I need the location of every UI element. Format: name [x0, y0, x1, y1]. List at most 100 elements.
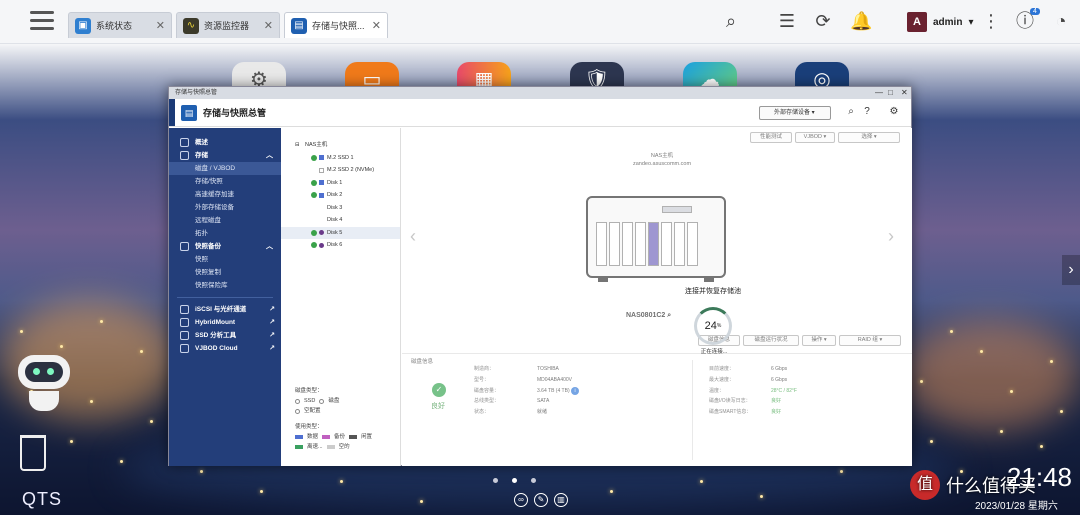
- sidebar-item-snapshot-vault[interactable]: 快照保险库: [169, 279, 281, 292]
- link-icon[interactable]: ∞: [514, 493, 528, 507]
- sidebar-item-iscsi[interactable]: iSCSI 与光纤通道 ↗: [169, 303, 281, 316]
- tree-item-nas[interactable]: ⊟ NAS主机: [281, 139, 400, 152]
- sidebar-item-external-storage[interactable]: 外部存储设备: [169, 201, 281, 214]
- legend-label: SSD: [304, 398, 316, 404]
- sidebar-item-snapshot-replica[interactable]: 快照复制: [169, 266, 281, 279]
- tree-item-disk-3[interactable]: Disk 3: [281, 202, 400, 215]
- more-options-icon[interactable]: ⋮: [980, 10, 1002, 32]
- username: admin: [933, 16, 963, 28]
- window-titlebar[interactable]: 存储与快照总管 — □ ✕: [169, 87, 911, 99]
- storage-icon: ▤: [291, 17, 307, 34]
- trash-icon[interactable]: [20, 435, 46, 471]
- sidebar-item-ssd-profiling[interactable]: SSD 分析工具 ↗: [169, 329, 281, 342]
- sidebar-item-topology[interactable]: 拓扑: [169, 227, 281, 240]
- sidebar-item-overview[interactable]: 概述: [169, 136, 281, 149]
- sidebar-item-storage[interactable]: 存储 ︿: [169, 149, 281, 162]
- loading-overlay: [402, 128, 912, 466]
- sidebar: 概述 存储 ︿ 磁盘 / VJBOD 存储/快照 高速缓存加速 外部存储设备 远程…: [169, 128, 281, 466]
- sidebar-item-label: iSCSI 与光纤通道: [195, 306, 247, 313]
- tab-label: 资源监控器: [204, 21, 250, 31]
- tree-item-m2-ssd-2[interactable]: M.2 SSD 2 (NVMe): [281, 164, 400, 177]
- page-dot-active[interactable]: [512, 478, 517, 483]
- page-dot[interactable]: [531, 478, 536, 483]
- disk-type-icon: [319, 242, 324, 248]
- desktop-next-arrow-icon[interactable]: ›: [1062, 255, 1080, 285]
- watermark-logo: 值: [910, 470, 940, 500]
- sidebar-item-cache[interactable]: 高速缓存加速: [169, 188, 281, 201]
- city-light: [1010, 390, 1013, 393]
- sidebar-item-storage-snapshots[interactable]: 存储/快照: [169, 175, 281, 188]
- gear-icon[interactable]: ⚙: [887, 105, 901, 119]
- check-icon: [311, 154, 317, 161]
- search-icon[interactable]: ⌕: [844, 105, 858, 119]
- progress-unit: %: [716, 323, 722, 329]
- disk-icon: [180, 151, 189, 160]
- close-icon[interactable]: ✕: [156, 19, 165, 32]
- external-link-icon: ↗: [269, 332, 275, 339]
- grid-icon[interactable]: ▥: [554, 493, 568, 507]
- legend-label: 闲置: [361, 434, 373, 440]
- sync-icon[interactable]: ⟳: [812, 10, 834, 32]
- close-icon[interactable]: ✕: [264, 19, 273, 32]
- snapshot-icon: [180, 242, 189, 251]
- chevron-down-icon: ▾: [968, 16, 974, 28]
- page-dot[interactable]: [493, 478, 498, 483]
- minimize-icon[interactable]: —: [875, 88, 883, 98]
- close-icon[interactable]: ✕: [901, 88, 908, 98]
- user-menu[interactable]: A admin ▾: [907, 12, 973, 32]
- maximize-icon[interactable]: □: [888, 88, 893, 98]
- tree-item-disk-5[interactable]: Disk 5: [281, 226, 400, 239]
- cloud-icon: [180, 344, 189, 353]
- dashboard-gauge-icon[interactable]: ◔: [1050, 10, 1072, 32]
- bell-icon[interactable]: 🔔: [850, 10, 872, 32]
- check-icon: [311, 242, 317, 248]
- ssd-type-icon: [319, 155, 324, 160]
- sidebar-item-remote-disk[interactable]: 远程磁盘: [169, 214, 281, 227]
- legend-label: 数据: [307, 434, 319, 440]
- window-header: ▤ 存储与快照总管 外部存储设备 ▾ ⌕ ? ⚙: [169, 99, 911, 127]
- city-light: [950, 330, 953, 333]
- tab-label: 系统状态: [96, 21, 133, 31]
- ssd-icon: [180, 331, 189, 340]
- external-storage-button[interactable]: 外部存储设备 ▾: [759, 106, 831, 120]
- tools-icon[interactable]: ✎: [534, 493, 548, 507]
- hybridmount-icon: [180, 318, 189, 327]
- tree-item-m2-ssd-1[interactable]: M.2 SSD 1: [281, 152, 400, 165]
- task-stack-icon[interactable]: ☰: [776, 10, 798, 32]
- tree-item-disk-2[interactable]: Disk 2: [281, 189, 400, 202]
- tree-item-disk-1[interactable]: Disk 1: [281, 177, 400, 190]
- storage-snapshot-window: 存储与快照总管 — □ ✕ ▤ 存储与快照总管 外部存储设备 ▾ ⌕ ? ⚙ 概…: [168, 86, 912, 466]
- city-light: [1040, 445, 1043, 448]
- city-light: [260, 490, 263, 493]
- progress-ring: 24%: [694, 307, 732, 345]
- spare-legend-icon: [322, 435, 331, 439]
- loading-title: 连接并恢复存储池: [685, 288, 741, 295]
- legend-label: 备份: [334, 434, 346, 440]
- progress-value: 24: [704, 320, 717, 332]
- main-menu-icon[interactable]: [30, 11, 54, 33]
- sidebar-item-vjbod-cloud[interactable]: VJBOD Cloud ↗: [169, 342, 281, 355]
- sidebar-item-snapshots[interactable]: 快照: [169, 253, 281, 266]
- search-icon[interactable]: ⌕: [720, 10, 742, 32]
- sidebar-item-hybridmount[interactable]: HybridMount ↗: [169, 316, 281, 329]
- tab-system-status[interactable]: ▣ 系统状态 ✕: [68, 12, 172, 38]
- legend-title: 使用类型：: [295, 424, 323, 430]
- sidebar-item-label: 拓扑: [195, 230, 208, 237]
- sidebar-item-disks-vjbod[interactable]: 磁盘 / VJBOD: [169, 162, 281, 175]
- tree-item-disk-6[interactable]: Disk 6: [281, 239, 400, 252]
- city-light: [700, 480, 703, 483]
- assistant-robot-icon[interactable]: [18, 355, 70, 413]
- city-light: [150, 420, 153, 423]
- tree-item-disk-4[interactable]: Disk 4: [281, 214, 400, 227]
- tab-storage-snapshot[interactable]: ▤ 存储与快照... ✕: [284, 12, 388, 38]
- legend-label: 离速...: [307, 444, 323, 450]
- desktop-clock: 21:48: [1006, 462, 1072, 492]
- tab-resource-monitor[interactable]: ∿ 资源监控器 ✕: [176, 12, 280, 38]
- notification-badge: 4: [1030, 8, 1040, 15]
- help-icon[interactable]: ?: [860, 105, 874, 119]
- sidebar-item-label: 远程磁盘: [195, 217, 221, 224]
- disk-type-icon: [319, 192, 324, 198]
- close-icon[interactable]: ✕: [372, 19, 381, 32]
- sidebar-item-snapshot-backup[interactable]: 快照备份 ︿: [169, 240, 281, 253]
- chevron-up-icon: ︿: [266, 152, 273, 159]
